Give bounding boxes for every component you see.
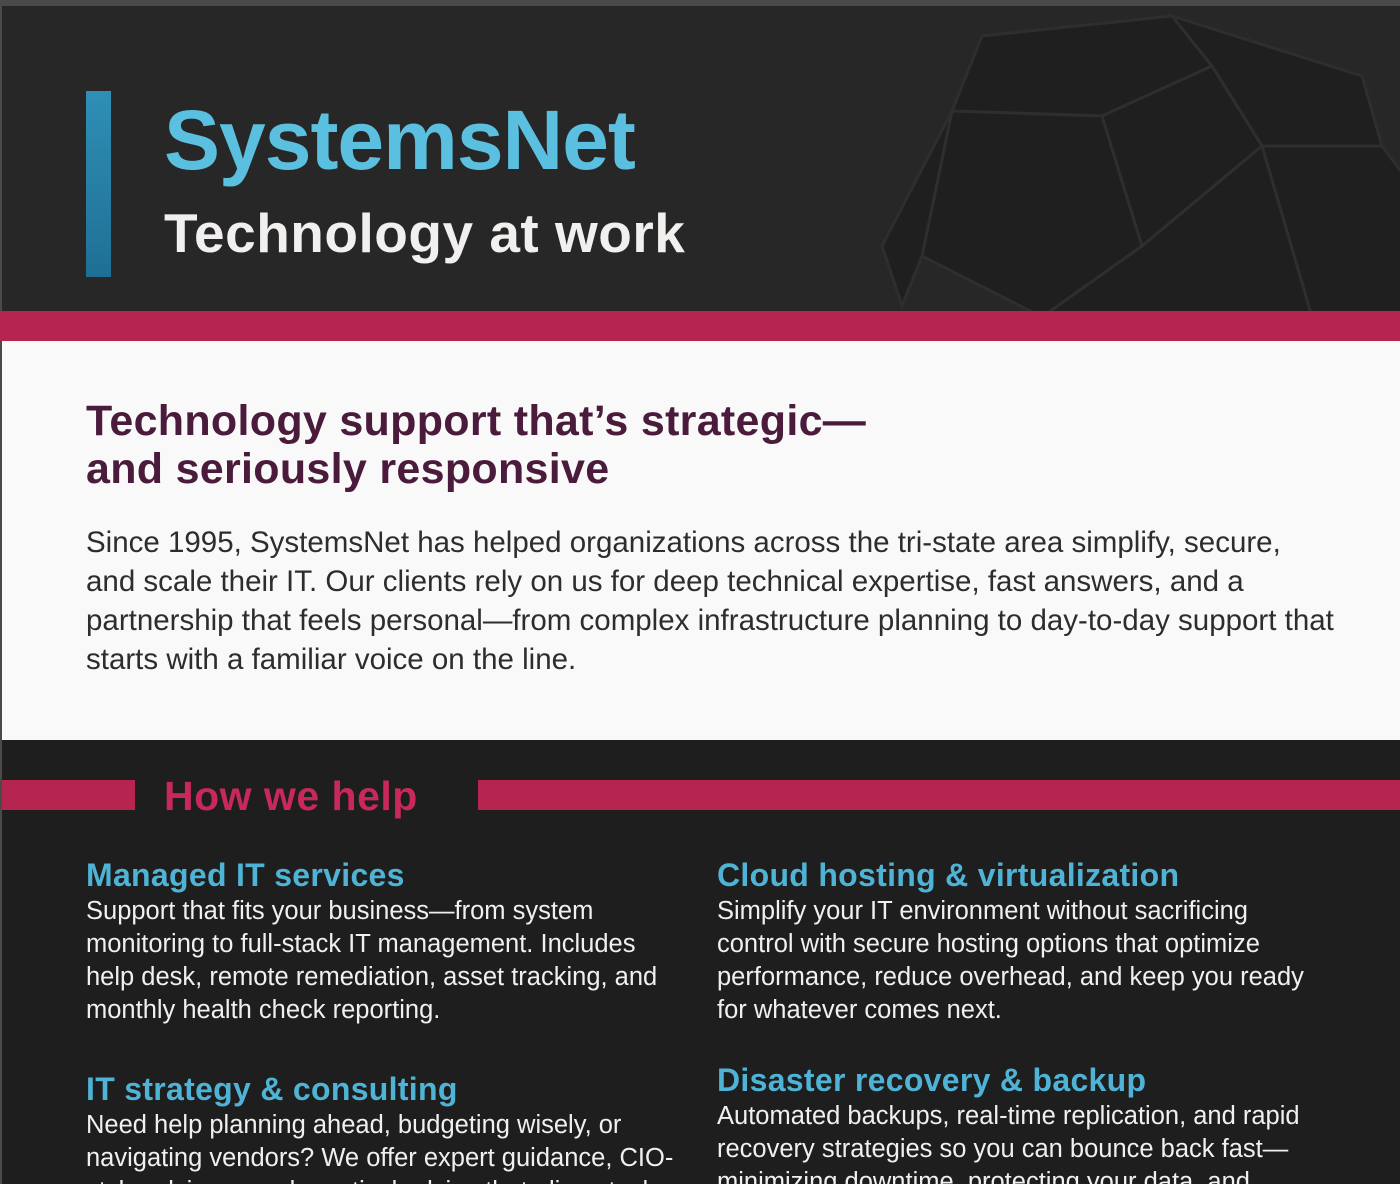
header-divider-band bbox=[0, 311, 1400, 341]
shutter-logo-icon bbox=[880, 13, 1400, 311]
section-rule-right bbox=[478, 780, 1400, 810]
service-title: Disaster recovery & backup bbox=[717, 1062, 1147, 1098]
service-description: Simplify your IT environment without sac… bbox=[717, 897, 1304, 1024]
brand-tagline: Technology at work bbox=[164, 202, 686, 264]
section-title: How we help bbox=[164, 773, 418, 819]
service-description: Automated backups, real-time replication… bbox=[717, 1102, 1300, 1184]
service-cloud-hosting: Cloud hosting & virtualization Simplify … bbox=[717, 857, 1317, 1027]
service-it-strategy: IT strategy & consulting Need help plann… bbox=[86, 1071, 686, 1184]
intro-heading-line-2: and seriously responsive bbox=[86, 445, 610, 493]
service-disaster-recovery: Disaster recovery & backup Automated bac… bbox=[717, 1062, 1317, 1184]
service-managed-it: Managed IT services Support that fits yo… bbox=[86, 857, 686, 1027]
section-rule-left bbox=[2, 780, 135, 810]
service-title: Managed IT services bbox=[86, 857, 405, 893]
intro-section: Technology support that’s strategic— and… bbox=[0, 341, 1400, 740]
intro-heading: Technology support that’s strategic— and… bbox=[86, 397, 1086, 493]
service-title: IT strategy & consulting bbox=[86, 1071, 458, 1107]
service-description: Need help planning ahead, budgeting wise… bbox=[86, 1111, 674, 1184]
page: SystemsNet Technology at work Technology… bbox=[0, 0, 1400, 1184]
service-description: Support that fits your business—from sys… bbox=[86, 897, 658, 1024]
brand-name: SystemsNet bbox=[164, 93, 636, 187]
intro-paragraph: Since 1995, SystemsNet has helped organi… bbox=[86, 526, 1334, 676]
header-accent-bar bbox=[86, 91, 111, 277]
how-we-help-section: How we help Managed IT services Support … bbox=[0, 740, 1400, 1184]
header-banner: SystemsNet Technology at work bbox=[0, 0, 1400, 311]
service-title: Cloud hosting & virtualization bbox=[717, 857, 1180, 893]
intro-heading-line-1: Technology support that’s strategic— bbox=[86, 397, 867, 445]
